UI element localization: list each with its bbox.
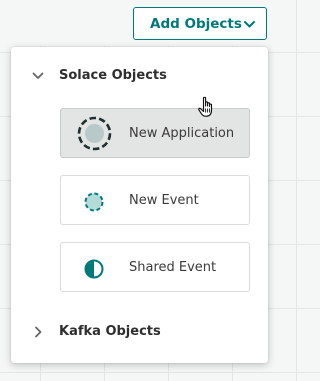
chevron-down-icon [32, 72, 44, 79]
menu-item-label: New Event [129, 193, 199, 208]
menu-item-shared-event[interactable]: Shared Event [60, 242, 250, 292]
application-icon [77, 116, 112, 151]
menu-item-label: Shared Event [129, 260, 217, 275]
section-label: Solace Objects [59, 68, 167, 83]
section-solace-objects[interactable]: Solace Objects [31, 68, 167, 83]
chevron-down-icon [244, 21, 255, 28]
section-kafka-objects[interactable]: Kafka Objects [31, 324, 161, 339]
top-toolbar: Add Objects [0, 0, 275, 46]
shared-event-icon [83, 258, 105, 280]
add-objects-label: Add Objects [150, 15, 242, 32]
add-objects-button[interactable]: Add Objects [133, 7, 267, 40]
event-icon [83, 191, 105, 213]
add-objects-menu: Solace Objects New Application New Event… [11, 47, 268, 363]
section-label: Kafka Objects [59, 324, 161, 339]
menu-item-label: New Application [129, 126, 235, 141]
menu-item-new-application[interactable]: New Application [60, 108, 250, 158]
menu-item-new-event[interactable]: New Event [60, 175, 250, 225]
chevron-right-icon [35, 326, 42, 337]
hand-cursor-icon [198, 96, 213, 117]
